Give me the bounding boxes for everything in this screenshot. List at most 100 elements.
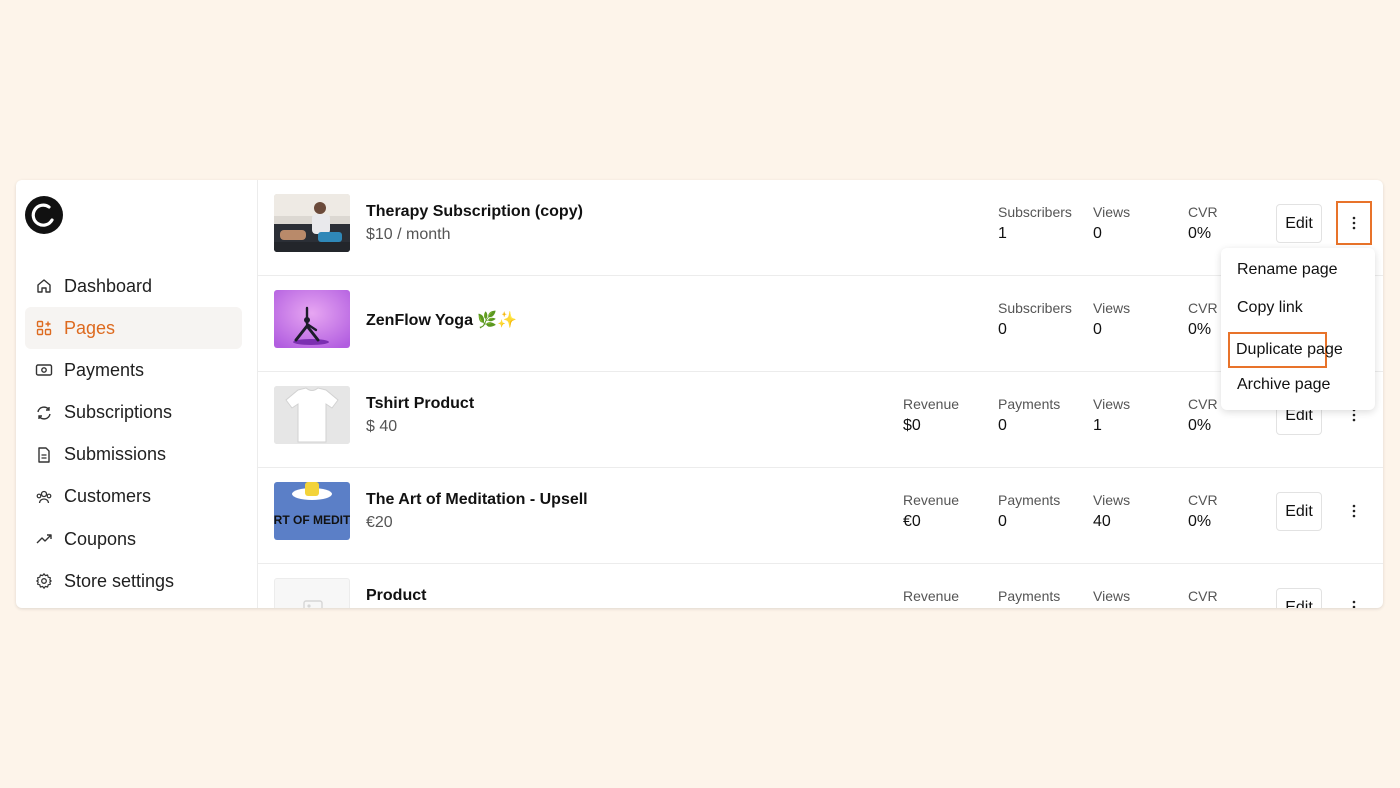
stat-cvr: CVR 0% [1188,492,1218,531]
page-price: €20 [366,514,393,531]
stat-label: CVR [1188,492,1218,508]
stat-label: CVR [1188,300,1218,316]
page-options-menu: Rename page Copy link Duplicate page Arc… [1221,248,1375,410]
stat-revenue: Revenue $0 [903,396,959,435]
pages-list: Therapy Subscription (copy) $10 / month … [258,180,1383,608]
stat-payments: Payments 0 [998,396,1060,435]
menu-item-rename-page[interactable]: Rename page [1229,252,1338,288]
product-thumbnail [274,578,350,608]
stat-value: 0% [1188,225,1212,242]
stat-value: 0 [998,513,1007,530]
sidebar-item-subscriptions[interactable]: Subscriptions [25,392,242,434]
stat-value: 0% [1188,321,1212,338]
product-thumbnail [274,290,350,348]
stat-label: Views [1093,588,1131,604]
stat-label: Revenue [903,396,960,412]
stat-payments: Payments 0 [998,492,1060,531]
image-placeholder-icon [303,600,323,608]
stat-value: 0 [998,417,1007,434]
menu-item-archive-page[interactable]: Archive page [1229,367,1330,403]
thumbnail-text: THE ART OF MEDITATION [274,513,350,527]
stat-views: Views 1 [1093,396,1130,435]
edit-button[interactable]: Edit [1276,204,1322,243]
refresh-icon [35,404,53,422]
stat-payments: Payments [998,588,1060,604]
stat-value: 0% [1188,513,1212,530]
product-thumbnail [274,386,350,444]
sidebar-item-dashboard[interactable]: Dashboard [25,265,242,307]
sidebar-item-label: Customers [64,486,152,507]
sidebar-nav: Dashboard Pages Payments Subscriptions S… [25,265,242,603]
list-item[interactable]: Product Revenue Payments Views CVR Edit [258,564,1383,608]
stat-value: 0 [1093,321,1102,338]
more-vertical-icon [1352,408,1356,422]
stat-cvr: CVR [1188,588,1218,604]
stat-views: Views 40 [1093,492,1130,531]
product-thumbnail [274,194,350,252]
logo-icon[interactable] [25,196,63,234]
menu-item-duplicate-page[interactable]: Duplicate page [1228,332,1343,368]
stat-cvr: CVR 0% [1188,300,1218,339]
list-item[interactable]: Therapy Subscription (copy) $10 / month … [258,180,1383,276]
more-vertical-icon [1352,600,1356,608]
product-thumbnail: THE ART OF MEDITATION [274,482,350,540]
stat-value: 1 [998,225,1007,242]
users-icon [35,488,53,506]
list-item[interactable]: Tshirt Product $ 40 Revenue $0 Payments … [258,372,1383,468]
stat-cvr: CVR 0% [1188,204,1218,243]
stat-label: Payments [998,396,1061,412]
stat-views: Views 0 [1093,204,1130,243]
page-title[interactable]: Therapy Subscription (copy) [366,203,583,221]
sidebar-item-store-settings[interactable]: Store settings [25,560,242,602]
sidebar-item-label: Payments [64,359,145,380]
list-item[interactable]: ZenFlow Yoga 🌿✨ Subscribers 0 Views 0 CV… [258,276,1383,372]
stat-subscribers: Subscribers 0 [998,300,1072,339]
edit-button[interactable]: Edit [1276,588,1322,608]
stat-label: Views [1093,204,1131,220]
stat-label: Views [1093,300,1131,316]
sidebar-item-payments[interactable]: Payments [25,349,242,391]
stat-subscribers: Subscribers 1 [998,204,1072,243]
stat-value: 0 [998,321,1007,338]
sidebar-item-customers[interactable]: Customers [25,476,242,518]
edit-button[interactable]: Edit [1276,492,1322,531]
page-title[interactable]: The Art of Meditation - Upsell [366,491,588,509]
list-item[interactable]: THE ART OF MEDITATION The Art of Meditat… [258,468,1383,564]
stat-value: €0 [903,513,921,530]
stat-revenue: Revenue €0 [903,492,959,531]
stat-value: 0 [1093,225,1102,242]
stat-label: CVR [1188,588,1218,604]
sidebar-item-label: Subscriptions [64,402,173,423]
stat-label: Payments [998,492,1061,508]
stat-value: $0 [903,417,921,434]
stat-label: Payments [998,588,1061,604]
more-options-button[interactable] [1336,489,1372,533]
stat-label: CVR [1188,204,1218,220]
app-card: Dashboard Pages Payments Subscriptions S… [16,180,1383,608]
money-icon [35,361,53,379]
stat-label: Views [1093,492,1131,508]
sidebar-item-coupons[interactable]: Coupons [25,518,242,560]
more-options-button[interactable] [1336,585,1372,608]
menu-item-copy-link[interactable]: Copy link [1229,290,1327,326]
sidebar-item-submissions[interactable]: Submissions [25,434,242,476]
stat-label: Views [1093,396,1131,412]
page-title[interactable]: ZenFlow Yoga 🌿✨ [366,310,517,330]
page-title[interactable]: Tshirt Product [366,395,474,413]
more-options-button[interactable] [1336,201,1372,245]
stat-views: Views 0 [1093,300,1130,339]
trending-icon [35,530,53,548]
sidebar-item-label: Submissions [64,444,167,465]
document-icon [35,446,53,464]
sidebar-item-pages[interactable]: Pages [25,307,242,350]
page-price: $10 / month [366,226,451,243]
stat-label: Subscribers [998,300,1072,316]
stat-label: CVR [1188,396,1218,412]
grid-icon [35,319,53,337]
stat-value: 0% [1188,417,1212,434]
stat-label: Subscribers [998,204,1072,220]
stat-value: 1 [1093,417,1102,434]
stat-value: 40 [1093,513,1111,530]
page-title[interactable]: Product [366,587,426,605]
more-vertical-icon [1352,216,1356,230]
